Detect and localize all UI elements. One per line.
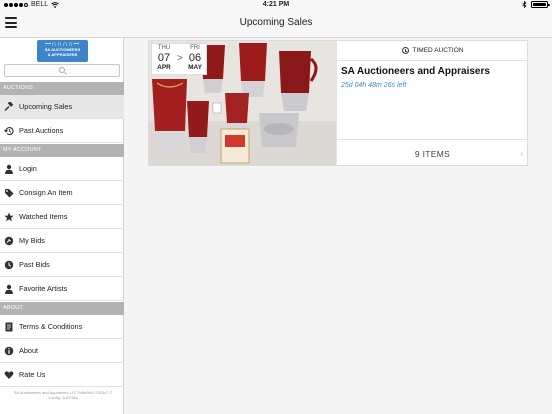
sidebar-item-label: My Bids bbox=[19, 236, 45, 245]
sidebar-item-label: Watched Items bbox=[19, 212, 68, 221]
end-date: FRI 06 MAY bbox=[185, 45, 205, 72]
battery-fill bbox=[532, 2, 546, 7]
info-icon bbox=[4, 346, 14, 356]
items-button[interactable]: 9 ITEMS › bbox=[337, 139, 528, 166]
page-title: Upcoming Sales bbox=[239, 17, 313, 28]
start-day-of-week: THU bbox=[157, 45, 171, 51]
sidebar-footer: SA Auctioneers and Appraisers LIT: 7b8b3… bbox=[4, 390, 122, 400]
search-icon bbox=[59, 67, 65, 73]
bluetooth-icon bbox=[522, 1, 527, 8]
star-icon bbox=[4, 212, 14, 222]
items-count: 9 ITEMS bbox=[414, 149, 451, 159]
sidebar-item-label: Past Bids bbox=[19, 260, 50, 269]
person-icon bbox=[4, 164, 14, 174]
sidebar-item-label: Login bbox=[19, 164, 37, 173]
sidebar-item-past-bids[interactable]: Past Bids bbox=[0, 253, 124, 277]
logo: ꟷ∩∩∩∩ꟷ SA AUCTIONEERS & APPRAISERS bbox=[37, 40, 88, 62]
history-icon bbox=[4, 126, 14, 136]
sidebar-item-about[interactable]: About bbox=[0, 339, 124, 363]
bid-history-icon bbox=[4, 260, 14, 270]
artist-icon bbox=[4, 284, 14, 294]
auction-type-label: TIMED AUCTION bbox=[412, 47, 464, 54]
sidebar-item-login[interactable]: Login bbox=[0, 157, 124, 181]
sidebar-item-label: Favorite Artists bbox=[19, 284, 68, 293]
chevron-right-icon: › bbox=[520, 149, 523, 158]
navigation-bar: Upcoming Sales bbox=[0, 10, 552, 38]
sale-image: THU 07 APR > FRI 06 MAY bbox=[149, 41, 336, 166]
sidebar-item-terms[interactable]: Terms & Conditions bbox=[0, 315, 124, 339]
sidebar-item-label: Past Auctions bbox=[19, 126, 64, 135]
sidebar-item-favorite-artists[interactable]: Favorite Artists bbox=[0, 277, 124, 301]
time-remaining: 25d 04h 48m 26s left bbox=[341, 82, 407, 89]
heart-icon bbox=[4, 370, 14, 380]
end-day: 06 bbox=[188, 52, 202, 64]
footer-line-2: Config: 2u0748a bbox=[48, 395, 78, 400]
sidebar-item-label: Upcoming Sales bbox=[19, 102, 73, 111]
sidebar-item-watched[interactable]: Watched Items bbox=[0, 205, 124, 229]
section-header-auctions: AUCTIONS bbox=[0, 82, 124, 95]
logo-name-line2: & APPRAISERS bbox=[47, 51, 78, 57]
status-right bbox=[522, 1, 550, 8]
sidebar-item-label: Consign An Item bbox=[19, 188, 73, 197]
sidebar-item-upcoming-sales[interactable]: Upcoming Sales bbox=[0, 95, 124, 119]
sidebar-item-past-auctions[interactable]: Past Auctions bbox=[0, 119, 124, 143]
start-month: APR bbox=[157, 64, 171, 71]
sidebar-item-label: About bbox=[19, 346, 39, 355]
start-date: THU 07 APR bbox=[154, 45, 174, 72]
end-day-of-week: FRI bbox=[190, 45, 200, 51]
tag-icon bbox=[4, 188, 14, 198]
date-arrow: > bbox=[177, 53, 183, 64]
sidebar: ꟷ∩∩∩∩ꟷ SA AUCTIONEERS & APPRAISERS AUCTI… bbox=[0, 38, 124, 414]
start-day: 07 bbox=[157, 52, 171, 64]
status-time: 4:21 PM bbox=[262, 1, 290, 8]
sidebar-item-my-bids[interactable]: My Bids bbox=[0, 229, 124, 253]
sidebar-item-label: Terms & Conditions bbox=[19, 322, 83, 331]
bid-icon bbox=[4, 236, 14, 246]
end-month: MAY bbox=[188, 64, 202, 71]
date-range: THU 07 APR > FRI 06 MAY bbox=[151, 43, 207, 75]
document-icon bbox=[4, 322, 14, 332]
sidebar-item-label: Rate Us bbox=[19, 370, 46, 379]
section-header-about: ABOUT bbox=[0, 302, 124, 315]
sale-card[interactable]: THU 07 APR > FRI 06 MAY TIMED AUCTION SA… bbox=[148, 40, 528, 166]
sidebar-item-consign[interactable]: Consign An Item bbox=[0, 181, 124, 205]
auction-type-badge: TIMED AUCTION bbox=[337, 41, 528, 61]
search-input[interactable] bbox=[4, 64, 120, 77]
gavel-icon bbox=[4, 101, 14, 112]
sale-info: TIMED AUCTION SA Auctioneers and Apprais… bbox=[336, 41, 528, 166]
status-bar: BELL 4:21 PM bbox=[0, 0, 552, 10]
clock-icon bbox=[401, 47, 409, 54]
section-header-my-account: MY ACCOUNT bbox=[0, 144, 124, 157]
auctioneer-name: SA Auctioneers and Appraisers bbox=[341, 66, 490, 77]
battery-icon bbox=[531, 1, 550, 8]
sidebar-item-rate-us[interactable]: Rate Us bbox=[0, 363, 124, 387]
